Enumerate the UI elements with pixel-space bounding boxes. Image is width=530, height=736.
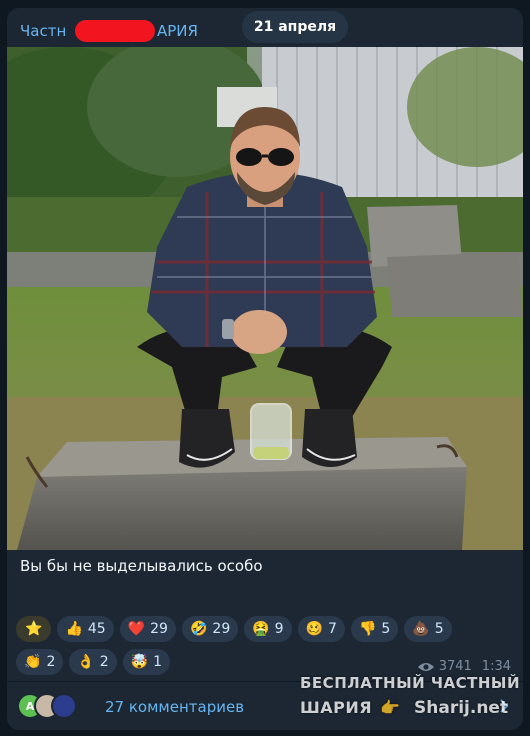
ok-hand-icon: 👌: [77, 654, 95, 670]
date-label: 21 апреля: [253, 19, 337, 35]
clap-icon: 👏: [24, 654, 42, 670]
date-badge: 21 апреля: [242, 11, 348, 43]
watermark-line-1: БЕСПЛАТНЫЙ ЧАСТНЫЙ: [300, 674, 521, 692]
reaction-thumbs-down[interactable]: 👎 5: [350, 616, 399, 642]
reactions-row: ⭐ 👍 45 ❤️ 29 🤣 29 🤮 9 🥴 7 👎 5 💩 5: [16, 616, 516, 642]
pointing-hand-icon: 👉: [380, 698, 400, 717]
comments-link[interactable]: 27 комментариев: [105, 698, 244, 716]
reaction-rofl[interactable]: 🤣 29: [181, 616, 239, 642]
reaction-count: 5: [434, 621, 444, 637]
channel-name-tail[interactable]: АРИЯ: [157, 22, 198, 40]
rofl-icon: 🤣: [189, 621, 208, 637]
reaction-count: 1: [153, 654, 163, 670]
watermark-line-2: ШАРИЯ: [300, 698, 373, 717]
channel-name[interactable]: Частн: [20, 22, 66, 40]
star-icon: ⭐: [25, 621, 43, 637]
thumbs-up-icon: 👍: [65, 621, 83, 637]
commenter-avatars: A: [17, 693, 97, 719]
avatar-letter: A: [25, 699, 35, 713]
reaction-mind-blown[interactable]: 🤯 1: [122, 649, 171, 675]
avatar: [51, 693, 77, 719]
reaction-poop[interactable]: 💩 5: [404, 616, 452, 642]
post-caption: Вы бы не выделывались особо: [20, 557, 263, 575]
reaction-count: 29: [212, 621, 231, 637]
reaction-count: 5: [381, 621, 391, 637]
woozy-face-icon: 🥴: [305, 621, 324, 637]
reaction-count: 2: [99, 654, 109, 670]
post-card: Частн АРИЯ 21 апреля Вы бы не выделывали…: [7, 8, 523, 730]
reaction-heart[interactable]: ❤️ 29: [119, 616, 176, 642]
reaction-woozy[interactable]: 🥴 7: [297, 616, 345, 642]
heart-icon: ❤️: [127, 621, 146, 637]
reaction-vomit[interactable]: 🤮 9: [244, 616, 292, 642]
reaction-count: 45: [87, 621, 106, 637]
reaction-count: 7: [328, 621, 337, 637]
reaction-ok-hand[interactable]: 👌 2: [69, 649, 117, 675]
redaction-mark: [75, 20, 155, 42]
mind-blown-icon: 🤯: [130, 654, 149, 670]
photo-image: [7, 47, 523, 550]
post-photo[interactable]: [7, 47, 523, 550]
poop-icon: 💩: [412, 621, 430, 637]
reaction-clap[interactable]: 👏 2: [16, 649, 64, 675]
watermark-site: Sharij.net: [414, 698, 509, 718]
reaction-count: 2: [46, 654, 56, 670]
vomit-icon: 🤮: [252, 621, 270, 637]
thumbs-down-icon: 👎: [358, 621, 377, 637]
reaction-count: 29: [150, 621, 168, 637]
post-header: Частн АРИЯ 21 апреля: [7, 8, 523, 48]
reaction-count: 9: [274, 621, 284, 637]
watermark: БЕСПЛАТНЫЙ ЧАСТНЫЙ ШАРИЯ 👉 Sharij.net: [292, 670, 522, 730]
reaction-star[interactable]: ⭐: [16, 616, 52, 642]
reaction-thumbs-up[interactable]: 👍 45: [57, 616, 114, 642]
